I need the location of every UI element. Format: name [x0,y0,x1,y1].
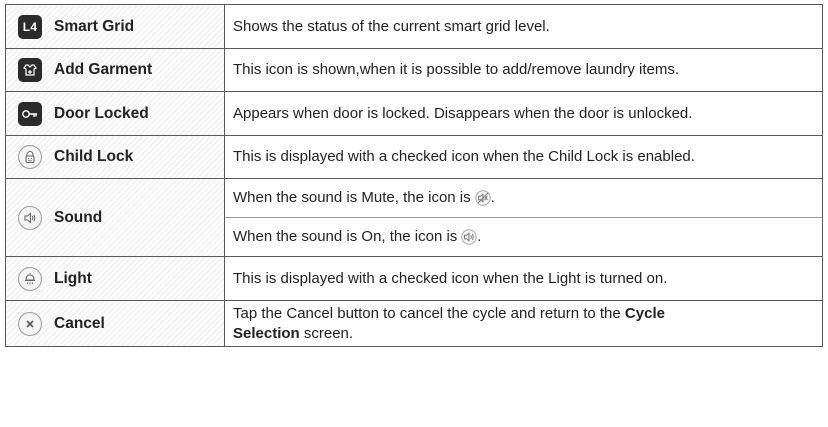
feature-cell: L4 Smart Grid [5,4,225,49]
l4-icon: L4 [18,14,42,39]
feature-cell: Sound [5,178,225,257]
feature-label: Add Garment [54,61,153,78]
description-cell: Shows the status of the current smart gr… [224,4,823,49]
sound-mute-line: When the sound is Mute, the icon is. [233,179,814,217]
description-cell: Tap the Cancel button to cancel the cycl… [224,300,823,347]
child-lock-icon [18,145,42,169]
table-row: Light This is displayed with a checked i… [5,256,823,301]
feature-cell: Child Lock [5,135,225,179]
table-row: Child Lock This is displayed with a chec… [5,135,823,179]
feature-cell: Door Locked [5,91,225,136]
sound-on-line: When the sound is On, the icon is. [225,217,822,256]
feature-label: Cancel [54,314,105,332]
table-row: Cancel Tap the Cancel button to cancel t… [5,300,823,347]
feature-cell: Cancel [5,300,225,347]
feature-label: Child Lock [54,148,134,165]
description-cell: Appears when door is locked. Disappears … [224,91,823,136]
icon-legend-table: L4 Smart Grid Shows the status of the cu… [5,4,823,347]
mute-icon [474,183,491,221]
speaker-icon [18,205,42,230]
table-row: Add Garment This icon is shown,when it i… [5,48,823,92]
table-row: Door Locked Appears when door is locked.… [5,91,823,136]
feature-label: Door Locked [54,104,149,122]
key-icon [18,101,42,126]
feature-cell: Light [5,256,225,301]
feature-cell: Add Garment [5,48,225,92]
table-row: L4 Smart Grid Shows the status of the cu… [5,4,823,49]
cancel-icon [18,311,42,336]
sound-on-icon [461,222,477,260]
description-cell: This icon is shown,when it is possible t… [224,48,823,92]
description-cell: This is displayed with a checked icon wh… [224,135,823,179]
add-garment-icon [18,58,42,82]
description-cell: This is displayed with a checked icon wh… [224,256,823,301]
description-cell: When the sound is Mute, the icon is. Whe… [224,178,823,257]
table-row: Sound When the sound is Mute, the icon i… [5,178,823,257]
feature-label: Sound [54,208,103,226]
feature-label: Smart Grid [54,17,135,35]
light-icon [18,266,42,291]
feature-label: Light [54,269,92,287]
